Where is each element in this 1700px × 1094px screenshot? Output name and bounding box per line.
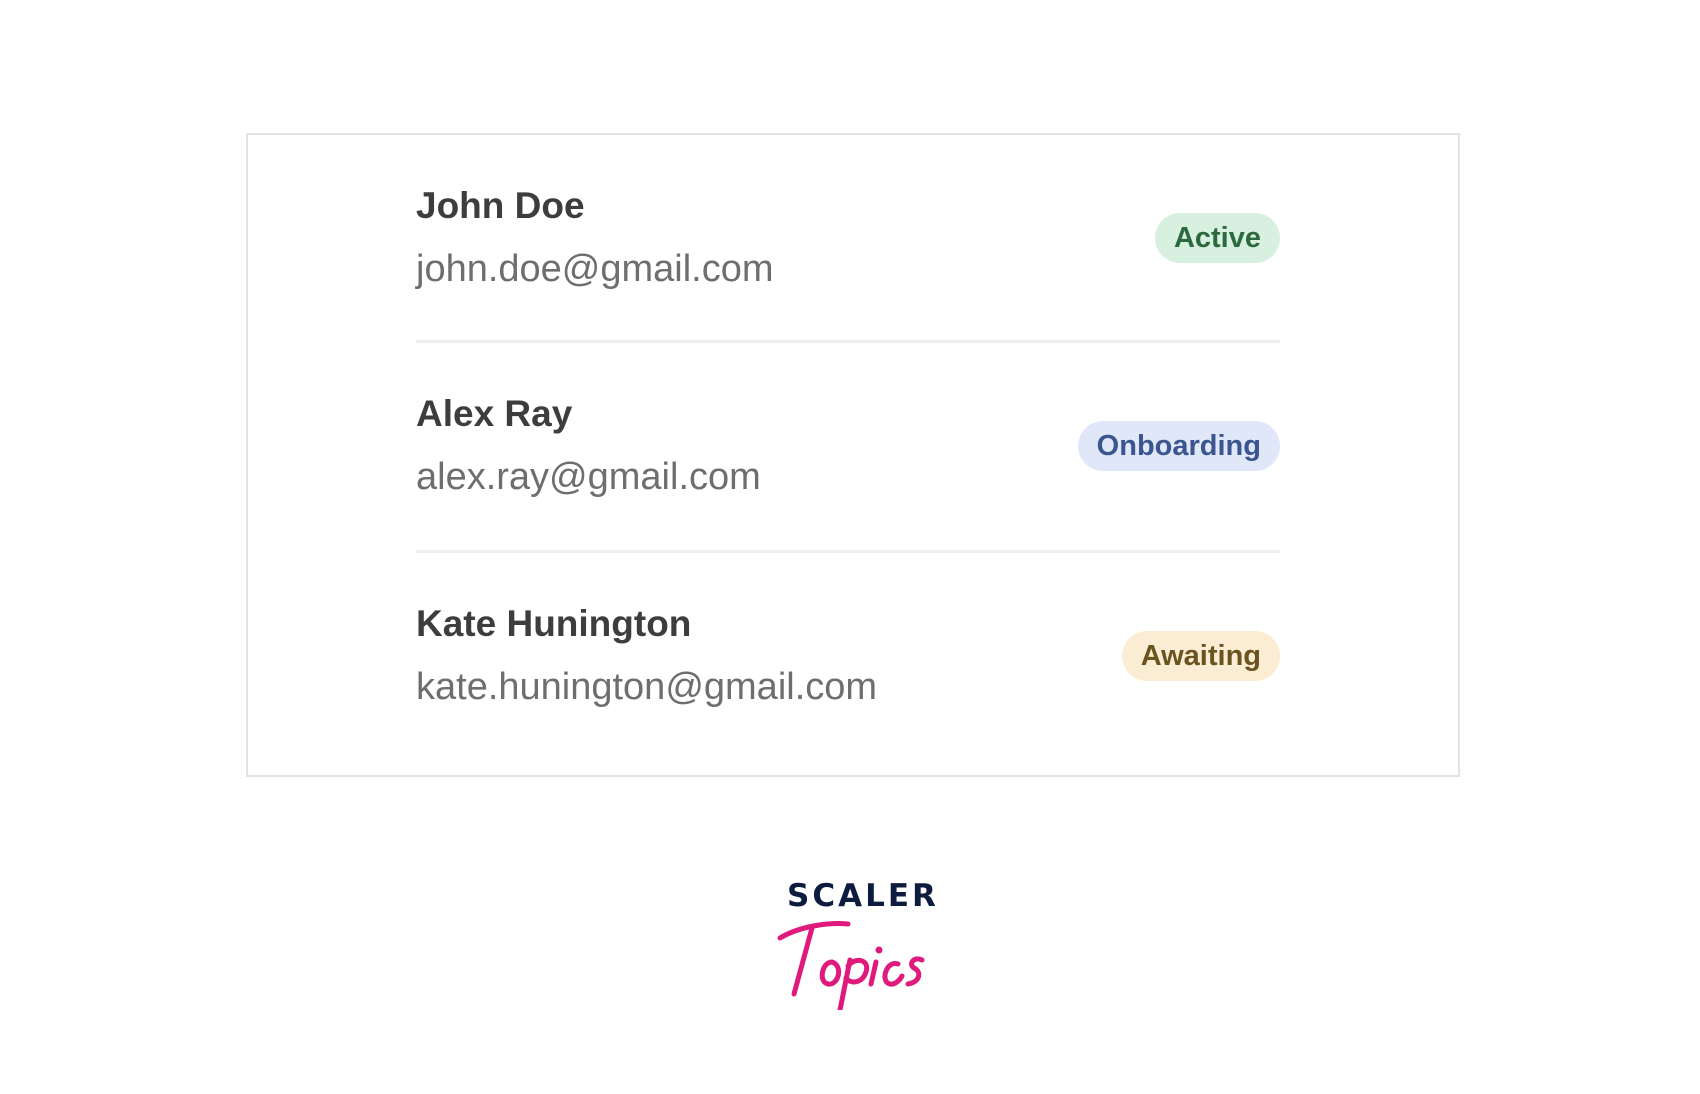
status-badge: Awaiting [1121, 631, 1280, 681]
status-badge: Active [1154, 213, 1280, 263]
user-email: kate.hunington@gmail.com [416, 666, 878, 708]
status-badge: Onboarding [1077, 421, 1280, 471]
list-item[interactable]: Kate Hunington kate.hunington@gmail.com … [416, 553, 1280, 763]
list-item[interactable]: Alex Ray alex.ray@gmail.com Onboarding [416, 343, 1280, 553]
user-list-card: John Doe john.doe@gmail.com Active Alex … [246, 133, 1460, 777]
logo-topics-script [777, 921, 925, 1010]
scaler-topics-logo: SCALER [770, 870, 940, 1010]
user-list: John Doe john.doe@gmail.com Active Alex … [416, 135, 1280, 763]
logo-wordmark: SCALER [787, 878, 939, 914]
user-name: Kate Hunington [416, 603, 692, 644]
list-item[interactable]: John Doe john.doe@gmail.com Active [416, 135, 1280, 343]
user-email: alex.ray@gmail.com [416, 456, 761, 498]
user-email: john.doe@gmail.com [416, 248, 774, 290]
user-name: Alex Ray [416, 393, 573, 434]
user-name: John Doe [416, 185, 585, 226]
